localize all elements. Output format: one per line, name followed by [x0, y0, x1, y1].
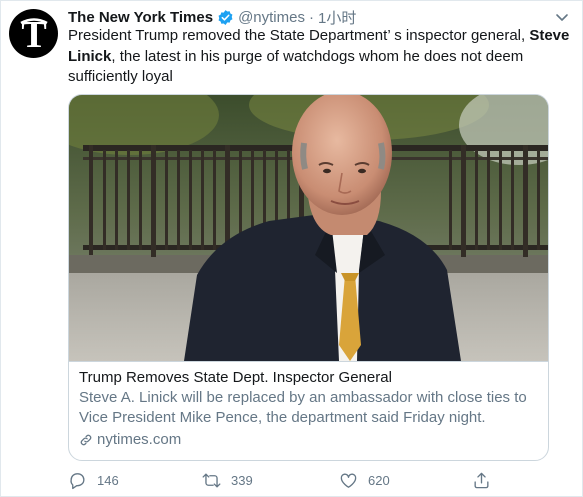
share-icon [474, 472, 489, 489]
heart-icon [340, 473, 357, 488]
share-button[interactable] [472, 471, 501, 490]
separator-dot: · [308, 8, 314, 26]
retweet-button[interactable]: 339 [202, 471, 253, 490]
retweet-count: 339 [231, 473, 253, 488]
like-count: 620 [368, 473, 390, 488]
tweet-header: The New York Times @nytimes · 1小时 [68, 7, 356, 27]
tweet[interactable]: T The New York Times @nytimes · 1小时 Pres… [0, 0, 583, 497]
link-card[interactable]: Trump Removes State Dept. Inspector Gene… [68, 94, 549, 461]
tweet-text-part1: President Trump removed the State Depart… [68, 27, 530, 44]
chevron-down-icon[interactable] [554, 9, 570, 25]
card-body: Trump Removes State Dept. Inspector Gene… [69, 361, 548, 460]
retweet-icon [202, 473, 221, 488]
card-title: Trump Removes State Dept. Inspector Gene… [79, 369, 392, 386]
tweet-timestamp[interactable]: 1小时 [318, 7, 356, 28]
verified-badge-icon [217, 9, 234, 26]
card-domain: nytimes.com [79, 430, 538, 450]
tweet-text-part2: , the latest in his purge of watchdogs w… [68, 47, 524, 86]
card-description: Steve A. Linick will be replaced by an a… [79, 389, 527, 426]
tweet-text: President Trump removed the State Depart… [68, 26, 574, 88]
reply-button[interactable]: 146 [68, 471, 119, 490]
tweet-actions: 146 339 620 [68, 471, 498, 493]
account-handle[interactable]: @nytimes [238, 9, 305, 26]
card-domain-text: nytimes.com [97, 431, 182, 448]
card-image [69, 95, 548, 361]
link-icon [80, 434, 92, 446]
nyt-logo-icon: T [19, 14, 48, 54]
reply-count: 146 [97, 473, 119, 488]
reply-icon [70, 473, 85, 490]
like-button[interactable]: 620 [339, 471, 390, 490]
account-name[interactable]: The New York Times [68, 9, 213, 26]
avatar[interactable]: T [9, 9, 58, 58]
